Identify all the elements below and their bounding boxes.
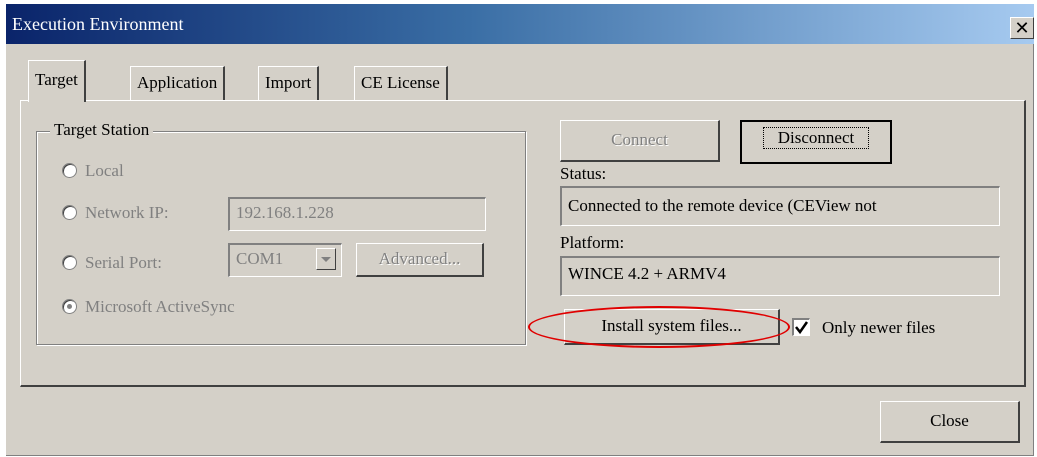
radio-network-ip-label: Network IP: [85,203,169,222]
radio-network-ip[interactable]: Network IP: [62,203,169,223]
tab-application[interactable]: Application [130,66,226,100]
radio-icon [62,255,77,270]
platform-field: WINCE 4.2 + ARMV4 [560,256,1000,296]
close-icon[interactable]: ✕ [1010,17,1034,39]
chevron-down-icon [321,257,331,262]
radio-activesync[interactable]: Microsoft ActiveSync [62,297,235,317]
radio-serial-port[interactable]: Serial Port: [62,253,162,273]
tab-ce-license[interactable]: CE License [354,66,448,100]
radio-activesync-label: Microsoft ActiveSync [85,297,235,316]
tab-target[interactable]: Target [28,60,86,102]
title-bar: Execution Environment ✕ [6,4,1034,44]
tab-import[interactable]: Import [258,66,320,100]
status-field: Connected to the remote device (CEView n… [560,186,1000,226]
advanced-button[interactable]: Advanced... [356,243,484,277]
disconnect-label: Disconnect [762,127,870,149]
window-title: Execution Environment [12,14,184,34]
connect-button[interactable]: Connect [560,120,720,162]
network-ip-input[interactable]: 192.168.1.228 [228,197,486,231]
platform-label: Platform: [560,233,625,252]
radio-icon [62,163,77,178]
status-label: Status: [560,164,607,183]
radio-serial-port-label: Serial Port: [85,253,162,272]
close-button[interactable]: Close [880,401,1020,443]
serial-port-value: COM1 [236,249,284,268]
serial-port-dropdown[interactable] [316,248,336,270]
target-station-title: Target Station [50,120,154,140]
annotation-highlight-ellipse [528,306,790,348]
radio-local[interactable]: Local [62,161,124,181]
radio-local-label: Local [85,161,124,180]
radio-icon [62,205,77,220]
only-newer-checkbox[interactable] [792,318,810,336]
disconnect-button[interactable]: Disconnect [740,120,892,164]
radio-checked-icon [62,299,77,314]
checkmark-icon [795,321,809,335]
only-newer-label: Only newer files [822,318,936,337]
